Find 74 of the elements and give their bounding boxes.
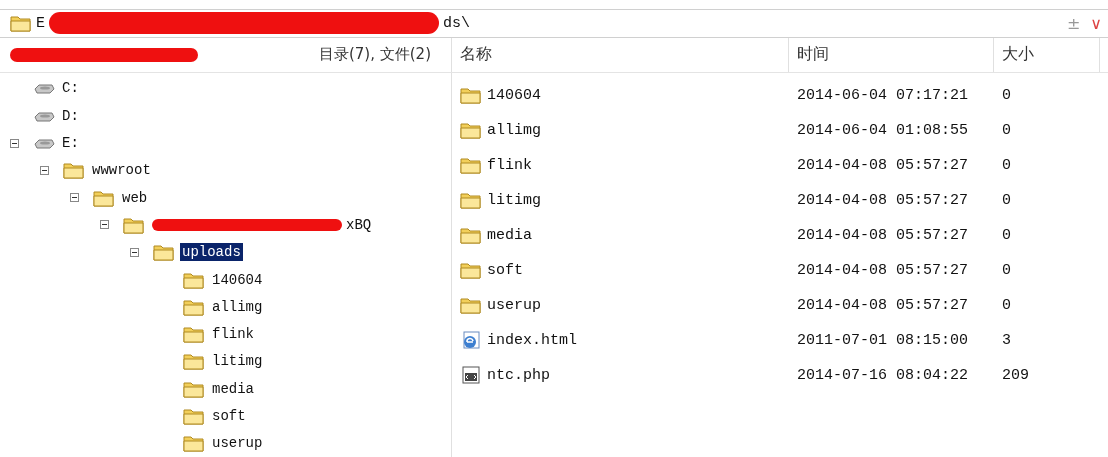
file-time: 2014-04-08 05:57:27: [796, 156, 970, 174]
folder-icon: [183, 297, 205, 316]
collapse-toggle[interactable]: [40, 165, 49, 175]
file-size: 0: [1001, 191, 1012, 209]
file-time: 2014-07-16 08:04:22: [796, 366, 970, 384]
tree-item[interactable]: uploads: [180, 243, 243, 262]
file-name[interactable]: allimg: [487, 121, 541, 139]
folder-icon: [10, 14, 32, 33]
folder-icon: [183, 434, 205, 453]
column-header[interactable]: 时间: [789, 37, 994, 72]
file-size: 0: [1001, 226, 1012, 244]
folder-icon: [460, 156, 482, 175]
tree-item[interactable]: litimg: [210, 352, 265, 371]
tree-item[interactable]: E:: [60, 134, 81, 153]
folder-icon: [460, 86, 482, 105]
tree-item[interactable]: web: [120, 188, 150, 207]
tree-item[interactable]: flink: [210, 325, 256, 344]
file-time: 2014-04-08 05:57:27: [796, 226, 970, 244]
tree-item[interactable]: xBQ: [150, 215, 374, 234]
folder-icon: [460, 296, 482, 315]
file-name[interactable]: litimg: [487, 191, 541, 209]
folder-icon: [460, 261, 482, 280]
folder-icon: [460, 121, 482, 140]
file-name[interactable]: userup: [487, 296, 541, 314]
column-header[interactable]: 名称: [452, 37, 789, 72]
file-size: 0: [1001, 296, 1012, 314]
file-name[interactable]: soft: [487, 261, 523, 279]
folder-icon: [460, 191, 482, 210]
file-time: 2011-07-01 08:15:00: [796, 331, 970, 349]
tree-item[interactable]: soft: [210, 407, 248, 426]
folder-summary: 目录(7), 文件(2): [318, 45, 431, 65]
file-name[interactable]: media: [487, 226, 532, 244]
folder-icon: [183, 352, 205, 371]
path-text: ds\: [443, 14, 471, 32]
file-time: 2014-04-08 05:57:27: [796, 296, 970, 314]
folder-icon: [460, 226, 482, 245]
file-size: 0: [1001, 86, 1012, 104]
folder-icon: [63, 161, 85, 180]
file-time: 2014-06-04 01:08:55: [796, 121, 970, 139]
tree-item[interactable]: C:: [60, 79, 81, 98]
folder-icon: [183, 270, 205, 289]
file-time: 2014-06-04 07:17:21: [796, 86, 970, 104]
file-size: 0: [1001, 121, 1012, 139]
file-name[interactable]: 140604: [487, 86, 541, 104]
file-size: 209: [1001, 366, 1030, 384]
folder-icon: [183, 407, 205, 426]
file-time: 2014-04-08 05:57:27: [796, 261, 970, 279]
script-file-icon: [460, 366, 482, 385]
tree-item[interactable]: D:: [60, 106, 81, 125]
dropdown-button[interactable]: ∨: [1088, 13, 1104, 33]
folder-icon: [153, 243, 175, 262]
tree-item[interactable]: media: [210, 379, 256, 398]
collapse-toggle[interactable]: [70, 193, 79, 203]
collapse-toggle[interactable]: [100, 220, 109, 230]
tree-item[interactable]: wwwroot: [90, 161, 153, 180]
folder-icon: [93, 188, 115, 207]
collapse-toggle[interactable]: [10, 138, 19, 148]
file-size: 0: [1001, 261, 1012, 279]
file-name[interactable]: ntc.php: [487, 366, 550, 384]
file-name[interactable]: flink: [487, 156, 532, 174]
browser-file-icon: [460, 331, 482, 350]
column-header[interactable]: 大小: [994, 37, 1100, 72]
file-size: 3: [1001, 331, 1012, 349]
collapse-toggle[interactable]: [130, 247, 139, 257]
path-text: E: [36, 14, 45, 32]
tree-item[interactable]: allimg: [210, 297, 265, 316]
tree-item[interactable]: 140604: [210, 270, 265, 289]
file-name[interactable]: index.html: [487, 331, 577, 349]
file-time: 2014-04-08 05:57:27: [796, 191, 970, 209]
file-size: 0: [1001, 156, 1012, 174]
folder-icon: [183, 379, 205, 398]
folder-icon: [123, 215, 145, 234]
tree-item[interactable]: userup: [210, 434, 265, 453]
folder-icon: [183, 325, 205, 344]
